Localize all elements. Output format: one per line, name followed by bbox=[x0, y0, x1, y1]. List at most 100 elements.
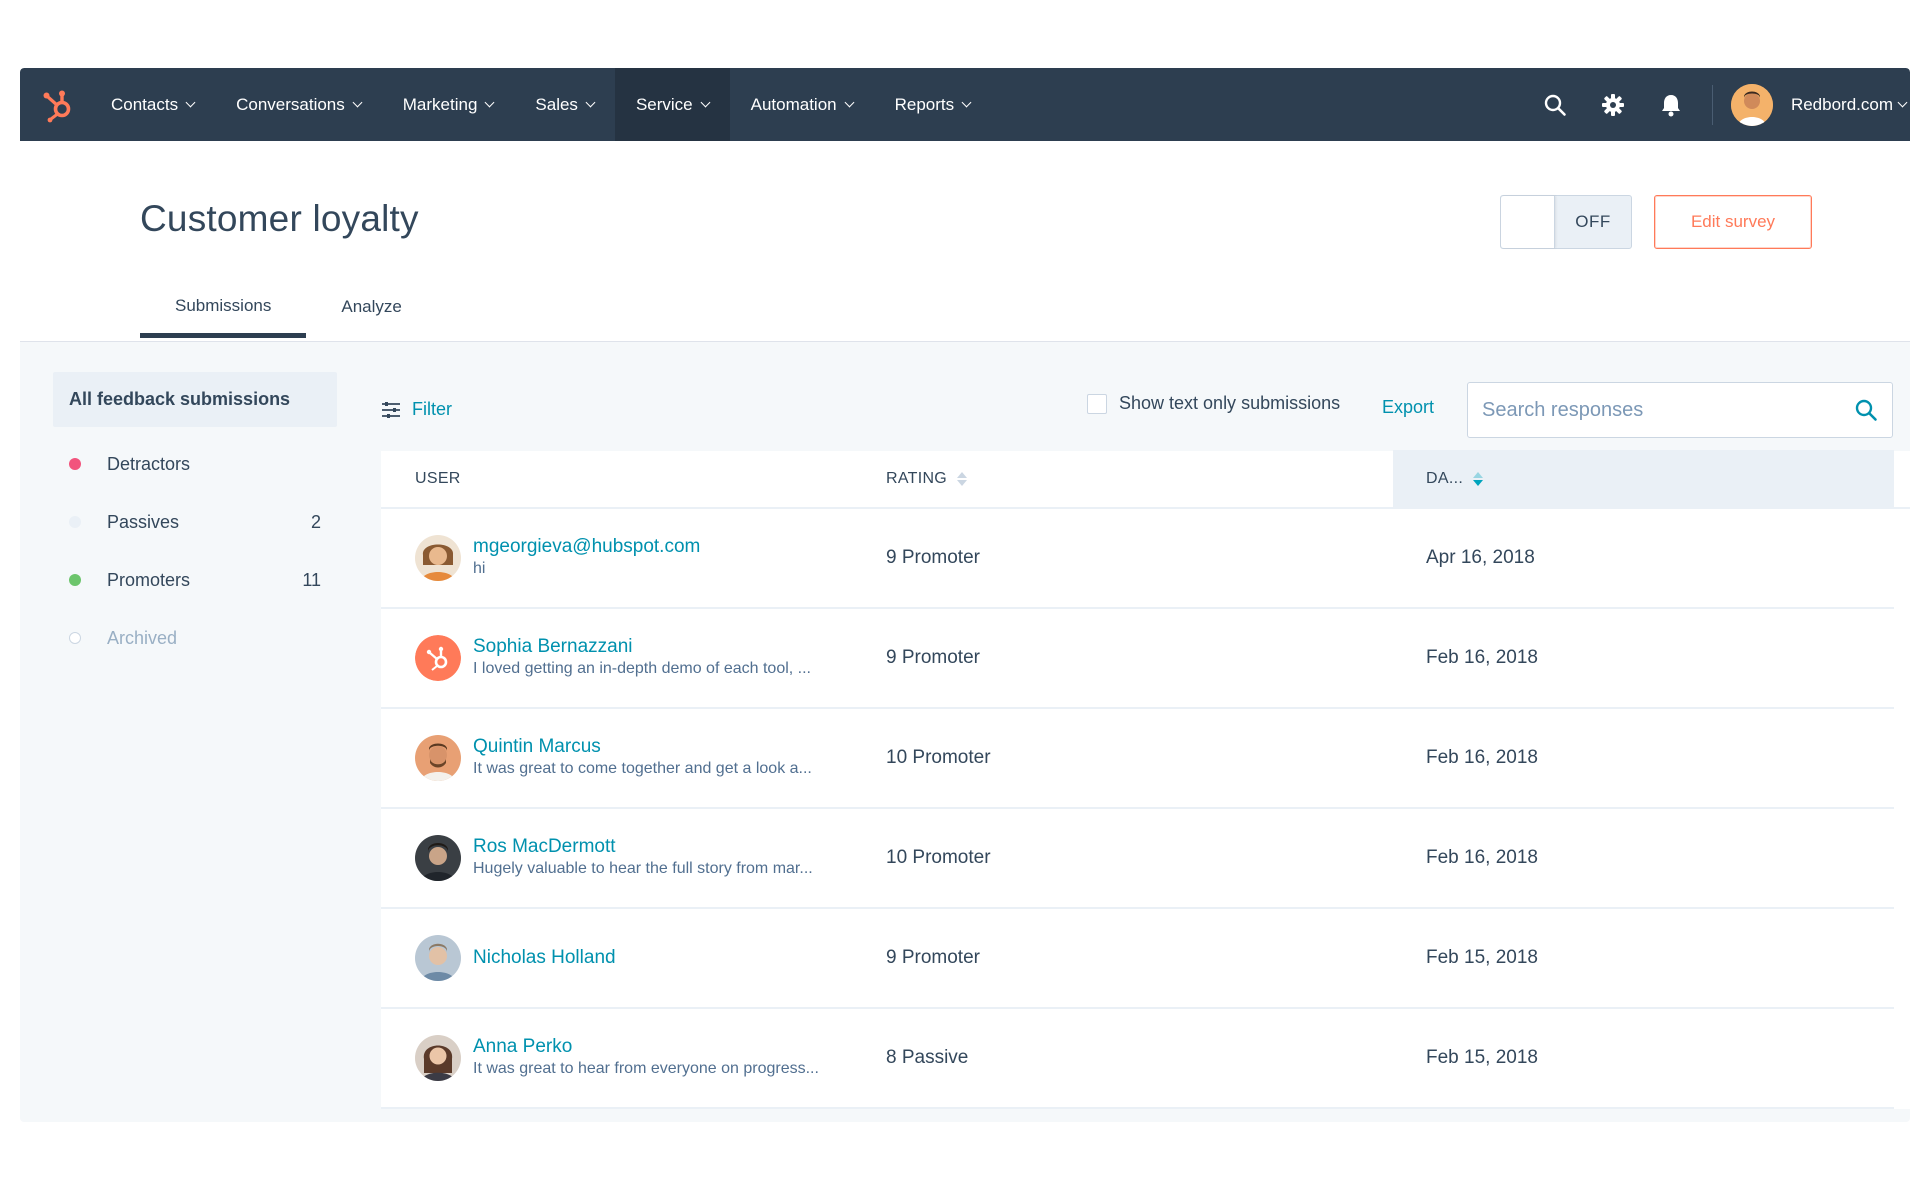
chevron-down-icon bbox=[961, 97, 972, 108]
nav-label: Reports bbox=[894, 94, 955, 114]
search-box bbox=[1467, 382, 1893, 438]
nav-item-contacts[interactable]: Contacts bbox=[90, 68, 215, 141]
nav-item-sales[interactable]: Sales bbox=[514, 68, 615, 141]
nav-item-reports[interactable]: Reports bbox=[874, 68, 992, 141]
table-header: USER RATING DA... bbox=[381, 450, 1910, 509]
table-row[interactable]: Ros MacDermott Hugely valuable to hear t… bbox=[381, 809, 1894, 909]
avatar bbox=[415, 1035, 461, 1081]
sidebar-item-promoters[interactable]: Promoters 11 bbox=[53, 551, 337, 609]
chevron-down-icon bbox=[700, 97, 711, 108]
user-cell: Sophia Bernazzani I loved getting an in-… bbox=[381, 635, 886, 681]
avatar bbox=[415, 735, 461, 781]
nav-label: Marketing bbox=[402, 94, 478, 114]
gear-icon[interactable] bbox=[1584, 68, 1642, 141]
toggle-label: OFF bbox=[1575, 212, 1611, 231]
column-label: DA... bbox=[1426, 470, 1464, 487]
sidebar-item-all-feedback[interactable]: All feedback submissions bbox=[53, 372, 337, 427]
bell-icon[interactable] bbox=[1642, 68, 1700, 141]
table-row[interactable]: Quintin Marcus It was great to come toge… bbox=[381, 709, 1894, 809]
date-cell: Feb 16, 2018 bbox=[1426, 747, 1538, 768]
sidebar-item-count: 11 bbox=[302, 569, 321, 590]
comment-preview: Hugely valuable to hear the full story f… bbox=[473, 860, 813, 877]
sidebar-item-passives[interactable]: Passives 2 bbox=[53, 493, 337, 551]
date-cell: Feb 16, 2018 bbox=[1426, 847, 1538, 868]
search-icon[interactable] bbox=[1526, 68, 1584, 141]
avatar bbox=[1730, 83, 1773, 126]
column-header-date[interactable]: DA... bbox=[1393, 450, 1894, 508]
nav-label: Service bbox=[635, 94, 693, 114]
table-row[interactable]: Nicholas Holland 9 Promoter Feb 15, 2018 bbox=[381, 909, 1894, 1009]
account-menu[interactable]: Redbord.com bbox=[1730, 83, 1910, 126]
user-name-link[interactable]: mgeorgieva@hubspot.com bbox=[473, 536, 700, 558]
column-label: RATING bbox=[886, 470, 948, 487]
filter-button[interactable]: Filter bbox=[382, 399, 452, 420]
sidebar-item-archived[interactable]: Archived bbox=[53, 609, 337, 667]
chevron-down-icon bbox=[585, 97, 596, 108]
search-input[interactable] bbox=[1482, 398, 1854, 422]
user-cell: mgeorgieva@hubspot.com hi bbox=[381, 535, 886, 581]
user-cell: Nicholas Holland bbox=[381, 935, 886, 981]
app-window: Contacts Conversations Marketing Sales S… bbox=[20, 68, 1910, 1122]
table-row[interactable]: Anna Perko It was great to hear from eve… bbox=[381, 1009, 1894, 1109]
comment-preview: It was great to hear from everyone on pr… bbox=[473, 1060, 819, 1077]
table-row[interactable]: Sophia Bernazzani I loved getting an in-… bbox=[381, 609, 1894, 709]
nav-item-service[interactable]: Service bbox=[614, 68, 730, 141]
user-name-link[interactable]: Quintin Marcus bbox=[473, 736, 812, 758]
column-label: USER bbox=[415, 470, 461, 487]
export-link[interactable]: Export bbox=[1382, 397, 1434, 418]
sliders-icon bbox=[382, 401, 400, 418]
tab-bar: Submissions Analyze bbox=[140, 278, 437, 338]
chevron-down-icon bbox=[1897, 97, 1908, 108]
user-name-link[interactable]: Ros MacDermott bbox=[473, 836, 813, 858]
sidebar-item-detractors[interactable]: Detractors bbox=[53, 435, 337, 493]
sidebar-item-label: Promoters bbox=[107, 569, 191, 590]
nav-divider bbox=[1711, 84, 1713, 125]
avatar bbox=[415, 535, 461, 581]
chevron-down-icon bbox=[185, 97, 196, 108]
nav-item-marketing[interactable]: Marketing bbox=[382, 68, 515, 141]
rating-cell: 10 Promoter bbox=[886, 847, 991, 868]
avatar bbox=[415, 835, 461, 881]
hubspot-logo-icon[interactable] bbox=[26, 68, 90, 141]
sidebar-item-label: Passives bbox=[107, 511, 180, 532]
survey-toggle[interactable]: OFF bbox=[1500, 195, 1632, 249]
hubspot-avatar-icon bbox=[415, 635, 461, 681]
nav-label: Conversations bbox=[236, 94, 345, 114]
tab-submissions[interactable]: Submissions bbox=[140, 278, 307, 338]
text-only-checkbox[interactable] bbox=[1087, 393, 1107, 414]
comment-preview: hi bbox=[473, 560, 486, 577]
sort-icon bbox=[957, 472, 968, 486]
user-name-link[interactable]: Sophia Bernazzani bbox=[473, 636, 811, 658]
rating-cell: 8 Passive bbox=[886, 1047, 969, 1068]
chevron-down-icon bbox=[844, 97, 855, 108]
table-row[interactable]: mgeorgieva@hubspot.com hi 9 Promoter Apr… bbox=[381, 509, 1894, 609]
user-cell: Anna Perko It was great to hear from eve… bbox=[381, 1035, 886, 1081]
submissions-table: USER RATING DA... mgeorgieva@hubspot.com… bbox=[381, 450, 1910, 1109]
nav-item-automation[interactable]: Automation bbox=[730, 68, 874, 141]
date-cell: Feb 16, 2018 bbox=[1426, 647, 1538, 668]
user-name-link[interactable]: Nicholas Holland bbox=[473, 947, 616, 969]
column-header-user: USER bbox=[381, 450, 886, 508]
edit-survey-button[interactable]: Edit survey bbox=[1654, 195, 1812, 249]
nav-item-conversations[interactable]: Conversations bbox=[215, 68, 382, 141]
chevron-down-icon bbox=[352, 97, 363, 108]
account-name: Redbord.com bbox=[1790, 94, 1893, 114]
user-cell: Ros MacDermott Hugely valuable to hear t… bbox=[381, 835, 886, 881]
detractor-dot-icon bbox=[69, 458, 81, 470]
sidebar-item-count: 2 bbox=[310, 511, 321, 532]
column-header-rating[interactable]: RATING bbox=[886, 450, 1393, 508]
archived-circle-icon bbox=[69, 632, 81, 644]
user-name-link[interactable]: Anna Perko bbox=[473, 1036, 819, 1058]
sort-descending-icon bbox=[1473, 472, 1484, 486]
search-icon[interactable] bbox=[1854, 398, 1878, 422]
avatar bbox=[415, 935, 461, 981]
date-cell: Feb 15, 2018 bbox=[1426, 1047, 1538, 1068]
tab-analyze[interactable]: Analyze bbox=[306, 278, 436, 335]
nav-right: Redbord.com bbox=[1526, 68, 1910, 141]
nav-label: Contacts bbox=[111, 94, 179, 114]
rating-cell: 9 Promoter bbox=[886, 647, 980, 668]
nav-menu: Contacts Conversations Marketing Sales S… bbox=[90, 68, 991, 141]
date-cell: Apr 16, 2018 bbox=[1426, 547, 1535, 568]
submissions-sidebar: All feedback submissions Detractors Pass… bbox=[53, 372, 337, 667]
promoter-dot-icon bbox=[69, 574, 81, 586]
